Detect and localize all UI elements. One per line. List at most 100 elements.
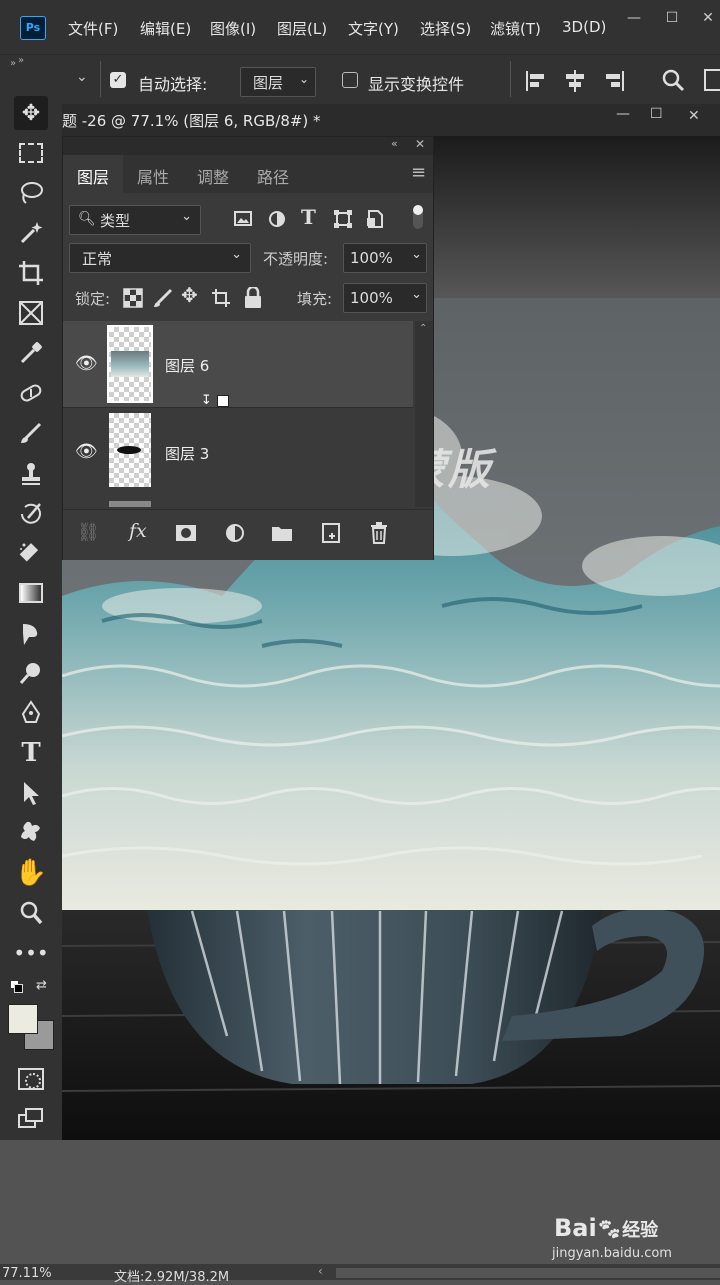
new-layer-icon[interactable] bbox=[321, 522, 341, 544]
align-left-icon[interactable] bbox=[524, 69, 548, 93]
layer-thumbnail bbox=[107, 325, 153, 403]
zoom-level[interactable]: 77.11% bbox=[2, 1266, 52, 1281]
quick-mask-icon[interactable] bbox=[14, 1062, 48, 1096]
delete-layer-trash-icon[interactable] bbox=[369, 522, 389, 544]
panel-collapse-icon[interactable]: « bbox=[391, 137, 398, 150]
status-scroll-left-icon[interactable]: ‹ bbox=[318, 1264, 323, 1278]
tab-paths[interactable]: 路径 bbox=[257, 164, 289, 188]
history-brush-tool-icon[interactable] bbox=[14, 496, 48, 530]
type-tool-icon[interactable]: T bbox=[14, 736, 48, 770]
menu-filter[interactable]: 滤镜(T) bbox=[490, 18, 541, 39]
new-adjustment-layer-icon[interactable] bbox=[225, 523, 245, 543]
panel-title-bar[interactable]: « ✕ bbox=[63, 137, 433, 155]
smudge-tool-icon[interactable] bbox=[14, 616, 48, 650]
pen-tool-icon[interactable] bbox=[14, 696, 48, 730]
layer-style-fx-icon[interactable]: fx bbox=[129, 520, 147, 542]
menu-3d[interactable]: 3D(D) bbox=[562, 18, 606, 36]
menu-edit[interactable]: 编辑(E) bbox=[140, 18, 191, 39]
document-restore-icon[interactable]: ☐ bbox=[650, 106, 663, 122]
filter-pixel-layer-icon[interactable] bbox=[233, 209, 253, 229]
foreground-color-swatch[interactable] bbox=[8, 1004, 38, 1034]
minimize-window-icon[interactable]: — bbox=[620, 10, 648, 30]
divider bbox=[100, 61, 101, 97]
hand-tool-icon[interactable]: ✋ bbox=[14, 856, 48, 890]
layer-list: 👁︎ 图层 6 ↧ 👁︎ 图层 3 bbox=[63, 321, 413, 507]
lock-artboard-icon[interactable] bbox=[211, 288, 231, 308]
scroll-up-icon[interactable]: ⌃ bbox=[419, 323, 427, 334]
brush-tool-icon[interactable] bbox=[14, 416, 48, 450]
lock-image-pixels-icon[interactable] bbox=[153, 288, 173, 308]
more-tools-icon[interactable]: ••• bbox=[13, 936, 48, 970]
zoom-tool-icon[interactable] bbox=[14, 896, 48, 930]
filter-type-layer-icon[interactable]: T bbox=[301, 205, 316, 229]
photoshop-logo[interactable]: Ps bbox=[20, 16, 46, 40]
tab-layers[interactable]: 图层 bbox=[63, 155, 123, 193]
blend-mode-dropdown[interactable]: 正常 ⌄ bbox=[69, 243, 251, 273]
eraser-tool-icon[interactable] bbox=[14, 536, 48, 570]
marquee-tool-icon[interactable] bbox=[14, 136, 48, 170]
filter-adjustment-layer-icon[interactable] bbox=[267, 209, 287, 229]
filter-shape-layer-icon[interactable] bbox=[333, 209, 353, 229]
fill-field[interactable]: 100% ⌄ bbox=[343, 283, 427, 313]
document-minimize-icon[interactable]: — bbox=[616, 106, 630, 122]
lasso-tool-icon[interactable] bbox=[14, 176, 48, 210]
tool-preset-chevron-icon[interactable]: ⌄ bbox=[76, 69, 88, 85]
clone-stamp-tool-icon[interactable] bbox=[14, 456, 48, 490]
filter-toggle-switch[interactable] bbox=[413, 205, 423, 229]
healing-brush-tool-icon[interactable] bbox=[14, 376, 48, 410]
document-info[interactable]: 文档:2.92M/38.2M bbox=[114, 1266, 229, 1285]
filter-kind-dropdown[interactable]: 🔍︎ 类型 ⌄ bbox=[69, 205, 201, 235]
swap-colors-icon[interactable]: ⇄ bbox=[36, 978, 47, 993]
layer-visibility-eye-icon[interactable]: 👁︎ bbox=[75, 441, 98, 462]
add-layer-mask-icon[interactable] bbox=[175, 524, 197, 542]
path-selection-tool-icon[interactable] bbox=[14, 776, 48, 810]
custom-shape-tool-icon[interactable] bbox=[14, 816, 48, 850]
document-tab[interactable]: 题 -26 @ 77.1% (图层 6, RGB/8#) * — ☐ ✕ bbox=[62, 104, 720, 137]
tab-adjustments[interactable]: 调整 bbox=[197, 164, 229, 188]
link-layers-icon[interactable]: ⛓︎ bbox=[77, 522, 100, 543]
layer-visibility-eye-icon[interactable]: 👁︎ bbox=[75, 353, 98, 374]
layer-list-scrollbar[interactable]: ⌃ bbox=[415, 321, 433, 507]
show-transform-checkbox[interactable] bbox=[342, 72, 358, 88]
magic-wand-tool-icon[interactable] bbox=[14, 216, 48, 250]
layer-row[interactable]: 👁︎ 图层 3 bbox=[63, 409, 413, 495]
panel-close-icon[interactable]: ✕ bbox=[415, 137, 425, 151]
align-horizontal-center-icon[interactable] bbox=[563, 69, 587, 93]
auto-select-checkbox[interactable]: ✓ bbox=[110, 72, 126, 88]
crop-tool-icon[interactable] bbox=[14, 256, 48, 290]
layer-row[interactable]: 👁︎ 图层 6 ↧ bbox=[63, 321, 413, 408]
horizontal-scrollbar[interactable] bbox=[336, 1268, 720, 1278]
lock-all-icon[interactable] bbox=[243, 287, 263, 309]
document-close-icon[interactable]: ✕ bbox=[688, 108, 700, 124]
panel-menu-icon[interactable]: ≡ bbox=[411, 162, 426, 183]
lock-transparent-pixels-icon[interactable] bbox=[123, 288, 143, 308]
menu-select[interactable]: 选择(S) bbox=[420, 18, 471, 39]
divider bbox=[510, 61, 511, 97]
menu-layer[interactable]: 图层(L) bbox=[277, 18, 327, 39]
frame-tool-icon[interactable] bbox=[14, 296, 48, 330]
opacity-field[interactable]: 100% ⌄ bbox=[343, 243, 427, 273]
tab-properties[interactable]: 属性 bbox=[137, 164, 169, 188]
menu-type[interactable]: 文字(Y) bbox=[348, 18, 399, 39]
collapse-panel-icon[interactable]: » bbox=[18, 55, 24, 66]
maximize-window-icon[interactable]: ☐ bbox=[658, 10, 686, 30]
filter-smart-object-icon[interactable] bbox=[365, 209, 385, 229]
lock-position-icon[interactable]: ✥ bbox=[181, 283, 198, 307]
screen-mode-icon[interactable] bbox=[14, 1102, 48, 1136]
default-colors-icon[interactable] bbox=[10, 980, 23, 993]
search-icon[interactable] bbox=[660, 67, 686, 93]
dodge-tool-icon[interactable] bbox=[14, 656, 48, 690]
toolbar-collapse-icon[interactable]: » bbox=[10, 58, 16, 69]
workspace-icon[interactable] bbox=[704, 69, 720, 91]
menu-image[interactable]: 图像(I) bbox=[210, 18, 256, 39]
menu-file[interactable]: 文件(F) bbox=[68, 18, 118, 39]
eyedropper-tool-icon[interactable] bbox=[14, 336, 48, 370]
close-window-icon[interactable]: ✕ bbox=[696, 10, 720, 30]
new-group-folder-icon[interactable] bbox=[271, 524, 293, 542]
filter-kind-value: 类型 bbox=[100, 212, 131, 230]
align-right-icon[interactable] bbox=[602, 69, 626, 93]
auto-select-target-dropdown[interactable]: 图层 ⌄ bbox=[240, 67, 316, 97]
move-tool-icon[interactable]: ✥ bbox=[14, 96, 48, 130]
gradient-tool-icon[interactable] bbox=[14, 576, 48, 610]
menu-bar: Ps 文件(F) 编辑(E) 图像(I) 图层(L) 文字(Y) 选择(S) 滤… bbox=[0, 0, 720, 54]
